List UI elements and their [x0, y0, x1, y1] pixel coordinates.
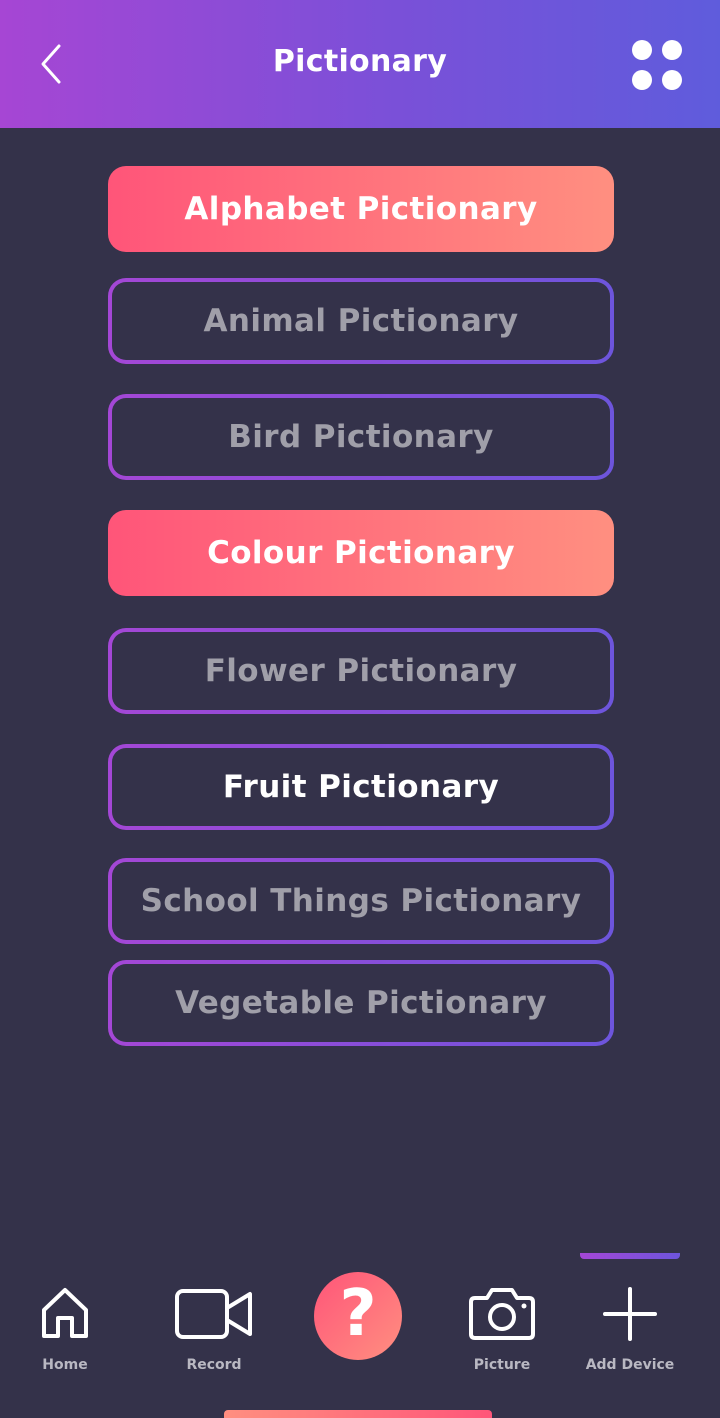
animal-pictionary-button[interactable]: Animal Pictionary	[108, 278, 614, 364]
camera-icon	[469, 1288, 535, 1340]
video-camera-icon	[175, 1289, 252, 1339]
nav-record[interactable]: Record	[164, 1258, 264, 1408]
nav-record-label: Record	[186, 1357, 242, 1373]
help-button[interactable]: ?	[314, 1272, 402, 1360]
button-label: Colour Pictionary	[207, 535, 515, 571]
nav-home-label: Home	[42, 1357, 88, 1373]
active-tab-indicator	[580, 1253, 680, 1259]
home-indicator-bar	[224, 1410, 492, 1418]
button-label: Alphabet Pictionary	[184, 191, 538, 227]
nav-add-device[interactable]: Add Device	[580, 1258, 680, 1408]
button-label: School Things Pictionary	[140, 883, 582, 919]
question-icon: ?	[339, 1277, 377, 1351]
page-title: Pictionary	[272, 44, 448, 79]
button-label: Fruit Pictionary	[222, 769, 500, 805]
button-label: Vegetable Pictionary	[175, 985, 547, 1021]
school-things-pictionary-button[interactable]: School Things Pictionary	[108, 858, 614, 944]
nav-add-device-label: Add Device	[585, 1357, 675, 1373]
plus-icon	[603, 1287, 657, 1341]
button-label: Flower Pictionary	[204, 653, 518, 689]
colour-pictionary-button[interactable]: Colour Pictionary	[108, 510, 614, 596]
vegetable-pictionary-button[interactable]: Vegetable Pictionary	[108, 960, 614, 1046]
bottom-navigation: Home Record ? Picture Add Device	[0, 1258, 720, 1418]
nav-home[interactable]: Home	[20, 1258, 110, 1408]
fruit-pictionary-button[interactable]: Fruit Pictionary	[108, 744, 614, 830]
button-label: Animal Pictionary	[203, 303, 519, 339]
alphabet-pictionary-button[interactable]: Alphabet Pictionary	[108, 166, 614, 252]
nav-picture[interactable]: Picture	[452, 1258, 552, 1408]
home-icon	[42, 1288, 88, 1338]
header-bar: Pictionary	[0, 0, 720, 128]
nav-picture-label: Picture	[473, 1357, 531, 1373]
bird-pictionary-button[interactable]: Bird Pictionary	[108, 394, 614, 480]
menu-button[interactable]	[628, 38, 686, 92]
flower-pictionary-button[interactable]: Flower Pictionary	[108, 628, 614, 714]
button-label: Bird Pictionary	[228, 419, 494, 455]
